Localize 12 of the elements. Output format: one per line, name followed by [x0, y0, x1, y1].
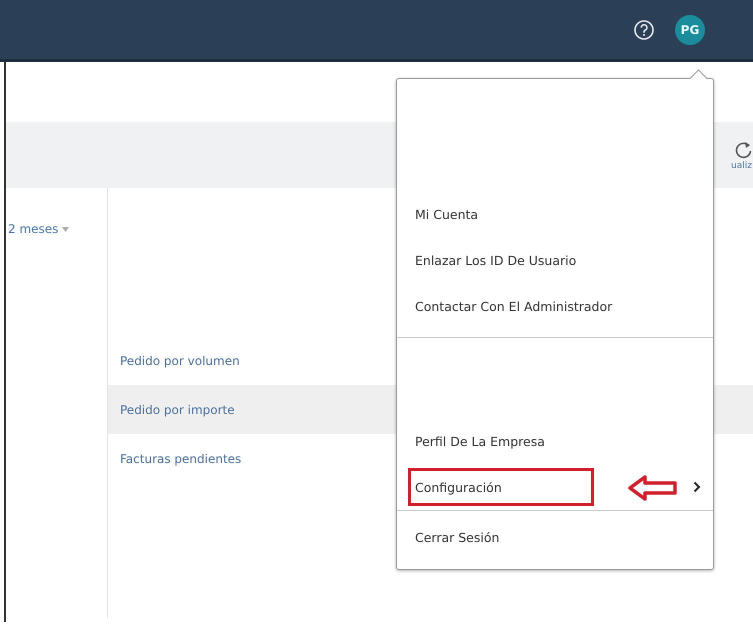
menu-item[interactable]: Cerrar Sesión: [415, 530, 500, 544]
refresh-label[interactable]: ualiz: [731, 160, 752, 170]
help-icon[interactable]: [633, 18, 655, 40]
menu-item[interactable]: Configuración: [415, 480, 502, 494]
menu-item[interactable]: Contactar Con El Administrador: [415, 298, 612, 314]
period-dropdown[interactable]: 2 meses: [8, 222, 70, 236]
refresh-icon[interactable]: [734, 140, 753, 160]
menu-item[interactable]: Perfil De La Empresa: [415, 434, 545, 448]
caret-icon: [62, 226, 70, 232]
user-avatar[interactable]: PG: [675, 14, 705, 44]
menu-item[interactable]: Enlazar Los ID De Usuario: [415, 252, 576, 268]
menu-item[interactable]: Mi Cuenta: [415, 206, 478, 222]
